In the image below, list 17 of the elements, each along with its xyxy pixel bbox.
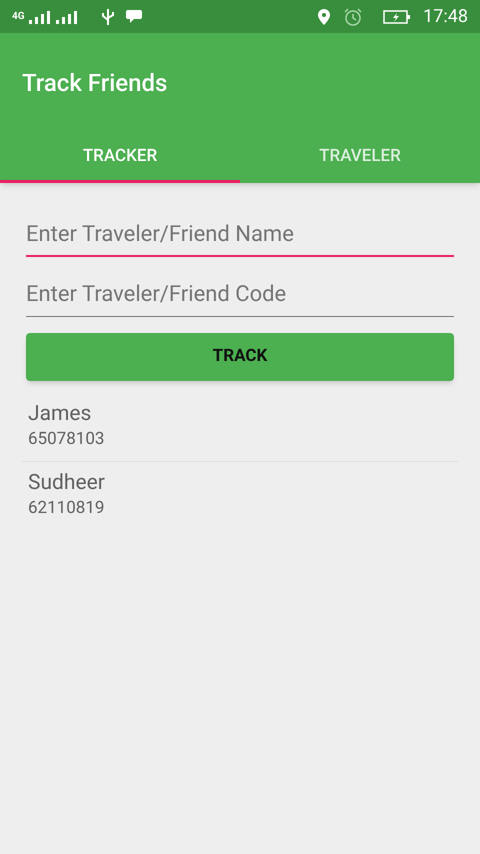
app-title: Track Friends xyxy=(22,68,168,99)
input-field[interactable]: Enter Traveler/Friend Code xyxy=(26,273,454,317)
battery-icon xyxy=(383,8,412,24)
location-icon xyxy=(317,8,332,26)
usb-icon xyxy=(100,8,115,26)
clock-time: 17:48 xyxy=(423,5,468,29)
alarm-icon xyxy=(343,6,364,26)
friend-code: 62110819 xyxy=(28,497,106,520)
input-field[interactable]: Enter Traveler/Friend Name xyxy=(26,213,454,257)
network-type: 4G xyxy=(12,12,25,22)
friend-list-item[interactable]: James 65078103 xyxy=(22,393,458,462)
friend-code: 65078103 xyxy=(28,428,106,452)
friend-name: James xyxy=(28,401,92,428)
track-button[interactable]: TRACK xyxy=(26,333,454,381)
friend-list-item[interactable]: Sudheer 62110819 xyxy=(22,462,458,530)
friend-name: Sudheer xyxy=(28,470,106,496)
tab[interactable]: TRACKER xyxy=(0,133,240,183)
